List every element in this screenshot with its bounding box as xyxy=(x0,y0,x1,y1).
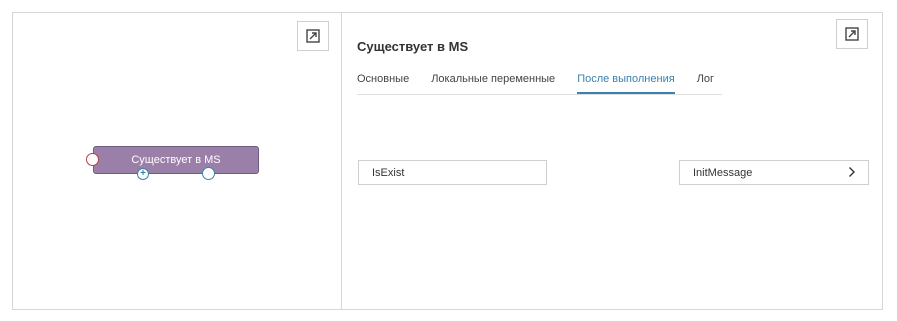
output-port[interactable] xyxy=(202,167,215,180)
process-node[interactable]: Существует в MS xyxy=(93,146,259,174)
tab-main[interactable]: Основные xyxy=(357,67,409,94)
panel-title: Существует в MS xyxy=(357,39,469,54)
chevron-right-icon xyxy=(848,165,856,181)
process-node-label: Существует в MS xyxy=(131,154,221,166)
properties-panel: Существует в MS Основные Локальные перем… xyxy=(342,13,882,309)
tab-after-execution[interactable]: После выполнения xyxy=(577,67,675,94)
tab-log[interactable]: Лог xyxy=(697,67,714,94)
expand-panel-button[interactable] xyxy=(836,19,868,49)
tab-local-variables[interactable]: Локальные переменные xyxy=(431,67,555,94)
source-variable-field[interactable]: IsExist xyxy=(358,160,547,185)
target-variable-select[interactable]: InitMessage xyxy=(679,160,869,185)
editor-frame: Существует в MS + Существует в MS Основн… xyxy=(12,12,883,310)
expand-icon xyxy=(306,29,320,43)
expand-diagram-button[interactable] xyxy=(297,21,329,51)
plus-icon: + xyxy=(140,168,146,179)
target-variable-value: InitMessage xyxy=(693,166,753,179)
source-variable-value: IsExist xyxy=(372,166,405,179)
input-port[interactable] xyxy=(86,153,99,166)
tab-bar: Основные Локальные переменные После выпо… xyxy=(357,67,722,95)
add-port-button[interactable]: + xyxy=(137,168,149,180)
diagram-canvas[interactable]: Существует в MS + xyxy=(13,13,342,309)
expand-icon xyxy=(845,27,859,41)
